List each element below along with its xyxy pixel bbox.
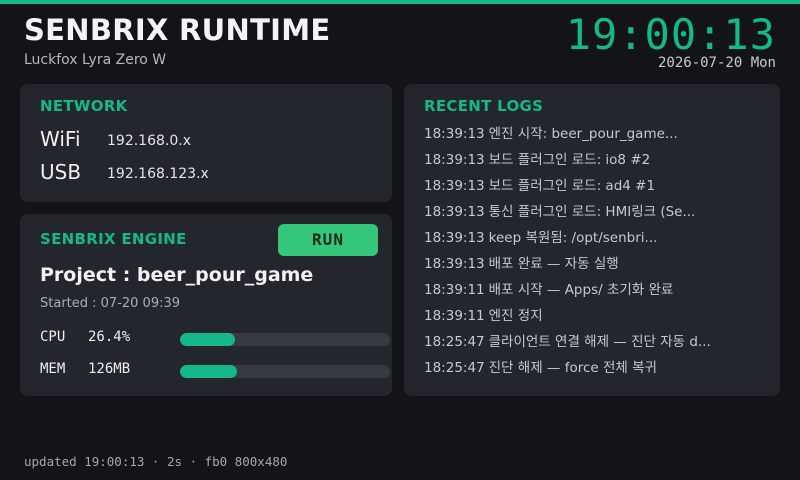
log-time: 18:39:11 [424,282,485,298]
log-time: 18:39:13 [424,204,485,220]
log-time: 18:39:11 [424,308,485,324]
cpu-value: 26.4% [88,329,131,345]
log-entry: 18:39:13 통신 플러그인 로드: HMI링크 (Se... [424,202,764,228]
log-entry: 18:39:13 keep 복원됨: /opt/senbri... [424,228,764,254]
mem-bar-fill [180,365,237,378]
log-message: keep 복원됨: /opt/senbri... [488,230,658,246]
log-time: 18:25:47 [424,334,485,350]
mem-label: MEM [40,361,66,377]
log-entry: 18:39:13 배포 완료 — 자동 실행 [424,254,764,280]
mem-metric: MEM 126MB [40,361,390,381]
network-value-wifi: 192.168.0.x [107,133,191,149]
log-message: 배포 완료 — 자동 실행 [488,256,619,272]
cpu-bar-track [180,333,390,346]
cpu-metric: CPU 26.4% [40,329,390,349]
accent-top-bar [0,0,800,4]
app-title: SENBRIX RUNTIME [24,13,331,47]
mem-value: 126MB [88,361,131,377]
log-entry: 18:39:13 엔진 시작: beer_pour_game... [424,124,764,150]
log-time: 18:39:13 [424,230,485,246]
device-name: Luckfox Lyra Zero W [24,52,167,68]
log-message: 엔진 정지 [488,308,543,324]
mem-bar-track [180,365,390,378]
cpu-bar-fill [180,333,236,346]
log-time: 18:39:13 [424,256,485,272]
project-name: Project : beer_pour_game [40,264,314,286]
date-label: 2026-07-20 Mon [657,55,776,71]
run-button[interactable]: RUN [278,224,378,256]
log-entry: 18:39:11 엔진 정지 [424,306,764,332]
log-message: 클라이언트 연결 해제 — 진단 자동 d... [488,334,711,350]
network-row-usb: USB 192.168.123.x [40,160,380,186]
started-time: Started : 07-20 09:39 [40,296,181,311]
log-entry: 18:39:13 보드 플러그인 로드: io8 #2 [424,150,764,176]
clock: 19:00:13 [565,10,776,59]
network-card: NETWORK WiFi 192.168.0.x USB 192.168.123… [20,84,392,202]
log-message: 엔진 시작: beer_pour_game... [488,126,678,142]
log-message: 진단 해제 — force 전체 복귀 [488,360,657,376]
network-label-wifi: WiFi [40,127,81,151]
network-value-usb: 192.168.123.x [107,166,209,182]
network-label-usb: USB [40,160,82,184]
log-message: 통신 플러그인 로드: HMI링크 (Se... [488,204,696,220]
log-time: 18:39:13 [424,152,485,168]
log-entry: 18:39:11 배포 시작 — Apps/ 초기화 완료 [424,280,764,306]
log-entry: 18:39:13 보드 플러그인 로드: ad4 #1 [424,176,764,202]
network-row-wifi: WiFi 192.168.0.x [40,127,380,153]
log-list: 18:39:13 엔진 시작: beer_pour_game... 18:39:13… [424,124,764,384]
cpu-label: CPU [40,329,66,345]
engine-card: SENBRIX ENGINE RUN Project : beer_pour_g… [20,214,392,396]
network-card-title: NETWORK [40,97,128,115]
log-time: 18:39:13 [424,178,485,194]
logs-card-title: RECENT LOGS [424,97,544,115]
logs-card: RECENT LOGS 18:39:13 엔진 시작: beer_pour_gam… [404,84,780,396]
log-message: 보드 플러그인 로드: io8 #2 [488,152,651,168]
log-entry: 18:25:47 진단 해제 — force 전체 복귀 [424,358,764,384]
engine-card-title: SENBRIX ENGINE [40,230,187,248]
log-entry: 18:25:47 클라이언트 연결 해제 — 진단 자동 d... [424,332,764,358]
log-time: 18:39:13 [424,126,485,142]
log-message: 배포 시작 — Apps/ 초기화 완료 [488,282,674,298]
log-message: 보드 플러그인 로드: ad4 #1 [488,178,656,194]
log-time: 18:25:47 [424,360,485,376]
status-footer: updated 19:00:13 · 2s · fb0 800x480 [24,454,288,469]
